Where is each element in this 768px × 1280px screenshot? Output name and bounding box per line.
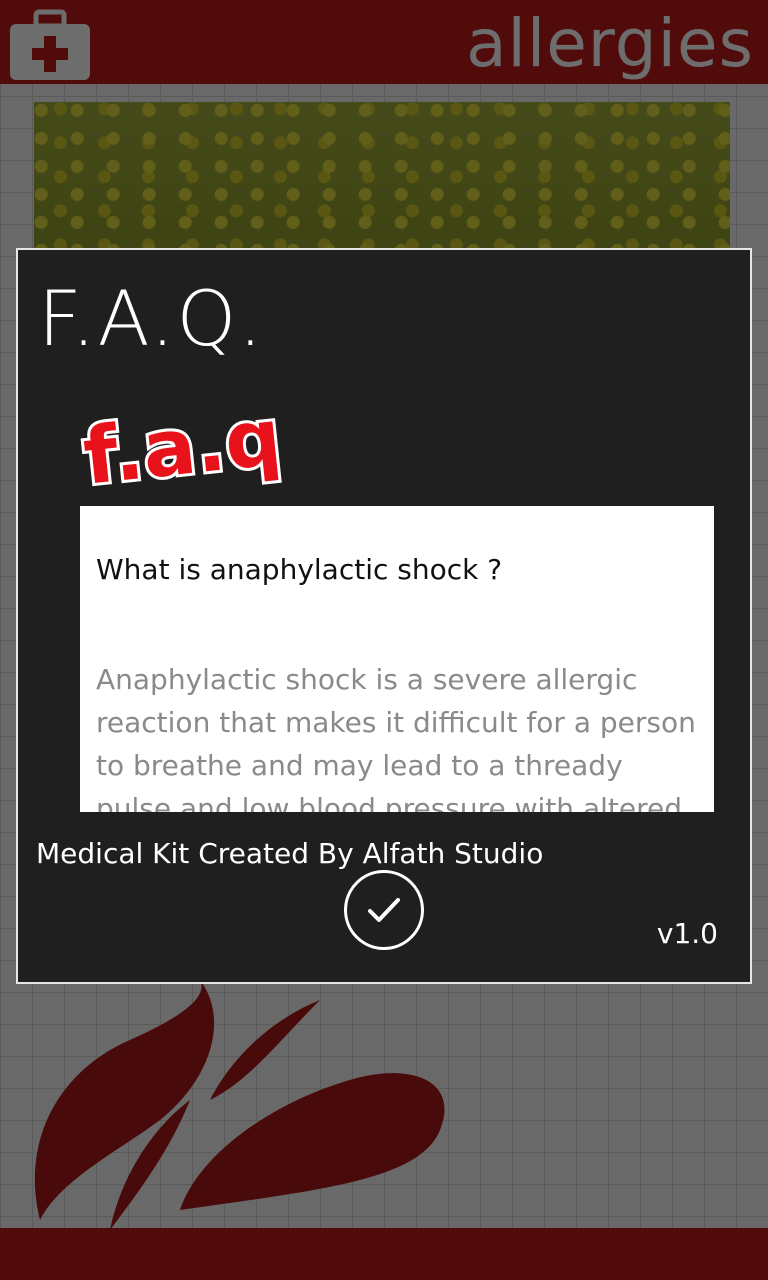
dialog-title: F.A.Q. — [38, 274, 265, 363]
ok-button[interactable] — [344, 870, 424, 950]
faq-answer: Anaphylactic shock is a severe allergic … — [96, 663, 696, 812]
version-label: v1.0 — [656, 917, 718, 950]
faq-question: What is anaphylactic shock ? — [96, 553, 503, 586]
faq-logo: f.a.q — [77, 390, 289, 500]
checkmark-icon — [368, 898, 400, 922]
faq-logo-text: f.a.q — [80, 393, 286, 500]
faq-dialog: F.A.Q. f.a.q What is anaphylactic shock … — [16, 248, 752, 984]
credit-text: Medical Kit Created By Alfath Studio — [36, 837, 544, 870]
faq-content-box[interactable]: What is anaphylactic shock ? Anaphylacti… — [80, 506, 714, 812]
